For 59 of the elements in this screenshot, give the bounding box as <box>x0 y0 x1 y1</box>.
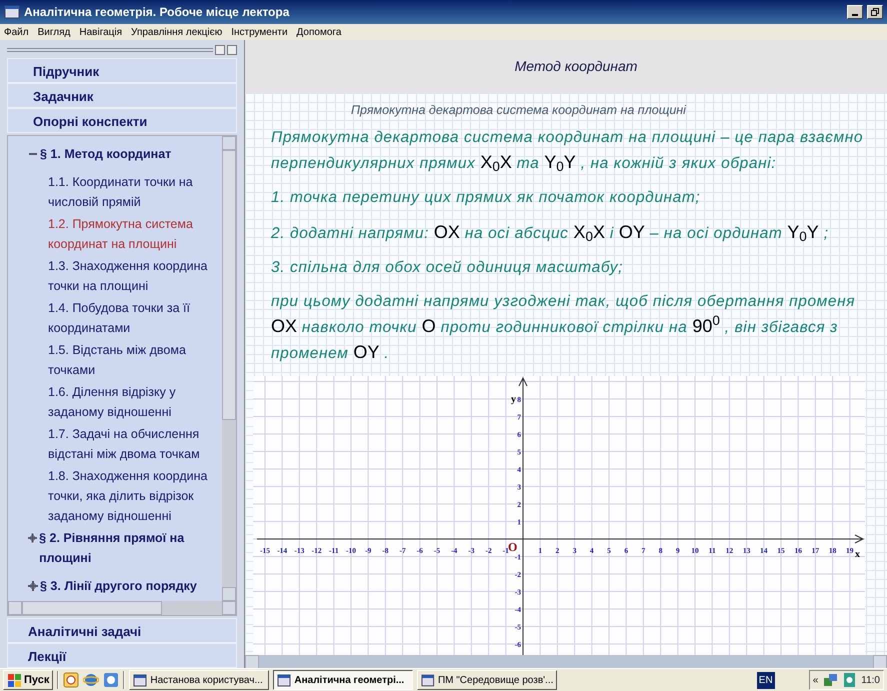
tree-item[interactable]: 1.1. Координати точки на числовій прямій <box>28 172 222 212</box>
window-icon[interactable] <box>277 673 292 687</box>
clock: 11:0 <box>861 674 880 688</box>
menu-item[interactable]: Навігація <box>79 24 122 40</box>
origin-label: O <box>508 540 518 554</box>
start-button[interactable]: Пуск <box>3 670 54 690</box>
scrollbar[interactable] <box>222 136 236 601</box>
tree-item[interactable]: 1.6. Ділення відрізку у заданому відношенні <box>28 382 222 422</box>
language-indicator[interactable]: EN <box>756 672 775 688</box>
tree-item[interactable]: 1.2. Прямокутна система координат на площині <box>28 214 222 254</box>
menu-item[interactable]: Файл <box>4 24 29 40</box>
sidebar-section[interactable]: Аналітичні задачі <box>7 618 237 643</box>
network-icon[interactable] <box>822 672 838 688</box>
taskbar-button[interactable]: ПМ "Середовище розв'... <box>417 670 558 690</box>
window-title: Аналітична геометрія. Робоче місце лектора <box>24 4 290 21</box>
taskbar-button[interactable]: Аналітична геометрі... <box>273 670 414 690</box>
paragraph: 3. спільна для обох осей одиниця масштабу; <box>271 258 624 278</box>
tree-item[interactable]: 1.3. Знаходження координа точки на площині <box>28 256 222 296</box>
section-title: Прямокутна декартова система координат на площині <box>351 102 688 119</box>
tree-item[interactable]: 1.4. Побудова точки за її координатами <box>28 298 222 338</box>
paragraph: 2. додатні напрями: OX на осі абсцис X$_{0}$X і OY – на осі ординат Y$_{0}$Y ; <box>271 220 830 246</box>
app-shortcut-icon[interactable] <box>103 672 120 688</box>
panel-close-button[interactable] <box>227 45 237 55</box>
window-icon[interactable] <box>133 673 148 687</box>
menu-item[interactable]: Вигляд <box>38 24 70 40</box>
window-icon[interactable] <box>421 673 435 687</box>
tree-item[interactable]: 1.5. Відстань між двома точками <box>28 340 222 380</box>
axis-label: x <box>855 548 860 560</box>
panel-grip[interactable] <box>7 48 213 52</box>
axis-label: y <box>511 394 516 405</box>
browser-icon[interactable] <box>83 672 100 688</box>
scrollbar[interactable] <box>245 655 887 668</box>
sidebar-section[interactable]: Опорні конспекти <box>7 108 237 133</box>
taskbar-button[interactable]: Настанова користувач... <box>129 670 270 690</box>
windows-flag-icon[interactable] <box>7 672 22 688</box>
restore-icon[interactable] <box>871 8 879 16</box>
tree-section[interactable]: § 2. Рівняння прямої на площині <box>39 528 222 568</box>
page-heading: Метод координат <box>514 57 638 76</box>
tree-item[interactable]: 1.8. Знаходження координа точки, яка ділить відрізок заданому відношенні <box>28 466 222 526</box>
tree-section[interactable]: § 1. Метод координат <box>40 144 172 164</box>
paragraph: Прямокутна декартова система координат на площині – це пара взаємно перпендикулярних прямих X$_{0}$X та Y$_{0}$Y , на кожній з яких обрані: <box>271 128 864 176</box>
sidebar-section[interactable]: Задачник <box>7 83 237 108</box>
sidebar-section[interactable]: Лекції <box>7 643 237 668</box>
sidebar-section[interactable]: Підручник <box>7 58 237 83</box>
scrollbar[interactable] <box>8 601 236 615</box>
paragraph: при цьому додатні напрями узгоджені так, щоб після обертання променя OX навколо точки O проти годинникової стрілки на 90$^{0}$ , він збігався з променем OY . <box>271 292 856 364</box>
menu-item[interactable]: Управління лекцією <box>131 24 222 40</box>
restore-button[interactable] <box>867 5 883 19</box>
tree-section[interactable]: § 3. Лінії другого порядку <box>40 576 197 596</box>
tray-expand-button[interactable]: « <box>812 672 818 688</box>
tree-item[interactable]: 1.7. Задачі на обчислення відстані між двома точкам <box>28 424 222 464</box>
tray-app-icon[interactable] <box>842 672 858 688</box>
menu-item[interactable]: Інструменти <box>231 24 288 40</box>
menu-item[interactable]: Допомога <box>296 24 342 40</box>
app-icon <box>4 4 20 20</box>
panel-restore-button[interactable] <box>215 45 225 55</box>
expand-icon[interactable] <box>28 578 38 594</box>
paragraph: 1. точка перетину цих прямих як початок координат; <box>271 188 702 208</box>
minimize-button[interactable] <box>847 5 863 19</box>
